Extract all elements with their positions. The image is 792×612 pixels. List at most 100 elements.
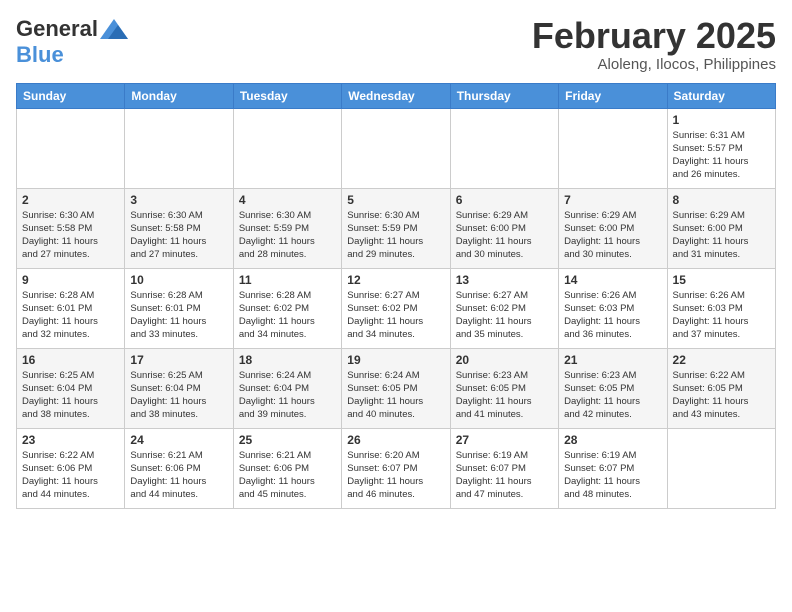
day-number: 11 [239,273,336,287]
day-info: Sunrise: 6:22 AM Sunset: 6:05 PM Dayligh… [673,369,770,422]
day-number: 28 [564,433,661,447]
calendar-cell: 10 Sunrise: 6:28 AM Sunset: 6:01 PM Dayli… [125,268,233,348]
day-info: Sunrise: 6:25 AM Sunset: 6:04 PM Dayligh… [22,369,119,422]
logo-blue-text: Blue [16,42,64,68]
calendar-day-header: Thursday [450,83,558,108]
day-info: Sunrise: 6:29 AM Sunset: 6:00 PM Dayligh… [456,209,553,262]
day-number: 27 [456,433,553,447]
day-info: Sunrise: 6:26 AM Sunset: 6:03 PM Dayligh… [673,289,770,342]
day-number: 2 [22,193,119,207]
day-info: Sunrise: 6:26 AM Sunset: 6:03 PM Dayligh… [564,289,661,342]
day-number: 17 [130,353,227,367]
day-number: 23 [22,433,119,447]
month-title: February 2025 [532,16,776,56]
calendar-cell: 5 Sunrise: 6:30 AM Sunset: 5:59 PM Daylig… [342,188,450,268]
calendar-day-header: Wednesday [342,83,450,108]
day-info: Sunrise: 6:24 AM Sunset: 6:05 PM Dayligh… [347,369,444,422]
day-number: 20 [456,353,553,367]
day-number: 26 [347,433,444,447]
calendar-cell: 3 Sunrise: 6:30 AM Sunset: 5:58 PM Daylig… [125,188,233,268]
calendar-week-row: 23 Sunrise: 6:22 AM Sunset: 6:06 PM Dayli… [17,428,776,508]
calendar-cell: 17 Sunrise: 6:25 AM Sunset: 6:04 PM Dayli… [125,348,233,428]
page-header: General Blue February 2025 Aloleng, Iloc… [16,16,776,73]
day-number: 18 [239,353,336,367]
calendar-cell: 22 Sunrise: 6:22 AM Sunset: 6:05 PM Dayli… [667,348,775,428]
day-number: 15 [673,273,770,287]
calendar-cell: 12Sunrise: 6:27 AM Sunset: 6:02 PM Dayli… [342,268,450,348]
calendar-cell: 2 Sunrise: 6:30 AM Sunset: 5:58 PM Daylig… [17,188,125,268]
calendar-cell: 13 Sunrise: 6:27 AM Sunset: 6:02 PM Dayli… [450,268,558,348]
day-number: 14 [564,273,661,287]
calendar-cell: 1 Sunrise: 6:31 AM Sunset: 5:57 PM Daylig… [667,108,775,188]
calendar-week-row: 9 Sunrise: 6:28 AM Sunset: 6:01 PM Daylig… [17,268,776,348]
day-info: Sunrise: 6:23 AM Sunset: 6:05 PM Dayligh… [564,369,661,422]
day-info: Sunrise: 6:28 AM Sunset: 6:01 PM Dayligh… [22,289,119,342]
day-info: Sunrise: 6:20 AM Sunset: 6:07 PM Dayligh… [347,449,444,502]
calendar-cell: 7 Sunrise: 6:29 AM Sunset: 6:00 PM Daylig… [559,188,667,268]
calendar-cell [233,108,341,188]
calendar-cell: 15 Sunrise: 6:26 AM Sunset: 6:03 PM Dayli… [667,268,775,348]
calendar-cell [559,108,667,188]
day-info: Sunrise: 6:22 AM Sunset: 6:06 PM Dayligh… [22,449,119,502]
day-number: 3 [130,193,227,207]
day-info: Sunrise: 6:30 AM Sunset: 5:58 PM Dayligh… [22,209,119,262]
calendar-week-row: 16 Sunrise: 6:25 AM Sunset: 6:04 PM Dayli… [17,348,776,428]
day-number: 5 [347,193,444,207]
day-number: 4 [239,193,336,207]
calendar-cell [125,108,233,188]
calendar-week-row: 1 Sunrise: 6:31 AM Sunset: 5:57 PM Daylig… [17,108,776,188]
day-info: Sunrise: 6:31 AM Sunset: 5:57 PM Dayligh… [673,129,770,182]
day-info: Sunrise: 6:21 AM Sunset: 6:06 PM Dayligh… [130,449,227,502]
calendar-cell: 27 Sunrise: 6:19 AM Sunset: 6:07 PM Dayli… [450,428,558,508]
day-info: Sunrise: 6:29 AM Sunset: 6:00 PM Dayligh… [673,209,770,262]
calendar-cell: 28Sunrise: 6:19 AM Sunset: 6:07 PM Dayli… [559,428,667,508]
calendar-cell: 4Sunrise: 6:30 AM Sunset: 5:59 PM Daylig… [233,188,341,268]
calendar-cell: 11Sunrise: 6:28 AM Sunset: 6:02 PM Dayli… [233,268,341,348]
day-number: 9 [22,273,119,287]
day-info: Sunrise: 6:29 AM Sunset: 6:00 PM Dayligh… [564,209,661,262]
day-info: Sunrise: 6:25 AM Sunset: 6:04 PM Dayligh… [130,369,227,422]
day-number: 13 [456,273,553,287]
calendar-cell [17,108,125,188]
day-info: Sunrise: 6:30 AM Sunset: 5:58 PM Dayligh… [130,209,227,262]
day-info: Sunrise: 6:28 AM Sunset: 6:01 PM Dayligh… [130,289,227,342]
calendar-cell: 19 Sunrise: 6:24 AM Sunset: 6:05 PM Dayli… [342,348,450,428]
day-info: Sunrise: 6:23 AM Sunset: 6:05 PM Dayligh… [456,369,553,422]
calendar-cell: 16 Sunrise: 6:25 AM Sunset: 6:04 PM Dayli… [17,348,125,428]
day-number: 1 [673,113,770,127]
logo-icon [100,19,128,39]
day-number: 10 [130,273,227,287]
day-number: 16 [22,353,119,367]
calendar-cell: 21 Sunrise: 6:23 AM Sunset: 6:05 PM Dayli… [559,348,667,428]
title-section: February 2025 Aloleng, Ilocos, Philippin… [532,16,776,73]
day-info: Sunrise: 6:27 AM Sunset: 6:02 PM Dayligh… [456,289,553,342]
day-info: Sunrise: 6:24 AM Sunset: 6:04 PM Dayligh… [239,369,336,422]
day-info: Sunrise: 6:19 AM Sunset: 6:07 PM Dayligh… [456,449,553,502]
day-info: Sunrise: 6:30 AM Sunset: 5:59 PM Dayligh… [347,209,444,262]
logo: General Blue [16,16,128,68]
day-number: 19 [347,353,444,367]
day-number: 7 [564,193,661,207]
calendar-cell: 24 Sunrise: 6:21 AM Sunset: 6:06 PM Dayli… [125,428,233,508]
logo-general-text: General [16,16,98,42]
calendar-header-row: SundayMondayTuesdayWednesdayThursdayFrid… [17,83,776,108]
calendar-day-header: Friday [559,83,667,108]
calendar-day-header: Saturday [667,83,775,108]
calendar-cell: 25Sunrise: 6:21 AM Sunset: 6:06 PM Dayli… [233,428,341,508]
calendar-table: SundayMondayTuesdayWednesdayThursdayFrid… [16,83,776,509]
calendar-cell: 14 Sunrise: 6:26 AM Sunset: 6:03 PM Dayli… [559,268,667,348]
day-number: 22 [673,353,770,367]
day-number: 21 [564,353,661,367]
calendar-cell: 6 Sunrise: 6:29 AM Sunset: 6:00 PM Daylig… [450,188,558,268]
calendar-cell: 26 Sunrise: 6:20 AM Sunset: 6:07 PM Dayli… [342,428,450,508]
calendar-day-header: Monday [125,83,233,108]
day-number: 12 [347,273,444,287]
location-subtitle: Aloleng, Ilocos, Philippines [532,56,776,73]
calendar-cell: 18 Sunrise: 6:24 AM Sunset: 6:04 PM Dayli… [233,348,341,428]
calendar-cell: 9 Sunrise: 6:28 AM Sunset: 6:01 PM Daylig… [17,268,125,348]
calendar-cell: 20 Sunrise: 6:23 AM Sunset: 6:05 PM Dayli… [450,348,558,428]
calendar-cell: 8Sunrise: 6:29 AM Sunset: 6:00 PM Daylig… [667,188,775,268]
day-number: 24 [130,433,227,447]
day-number: 6 [456,193,553,207]
calendar-cell [450,108,558,188]
